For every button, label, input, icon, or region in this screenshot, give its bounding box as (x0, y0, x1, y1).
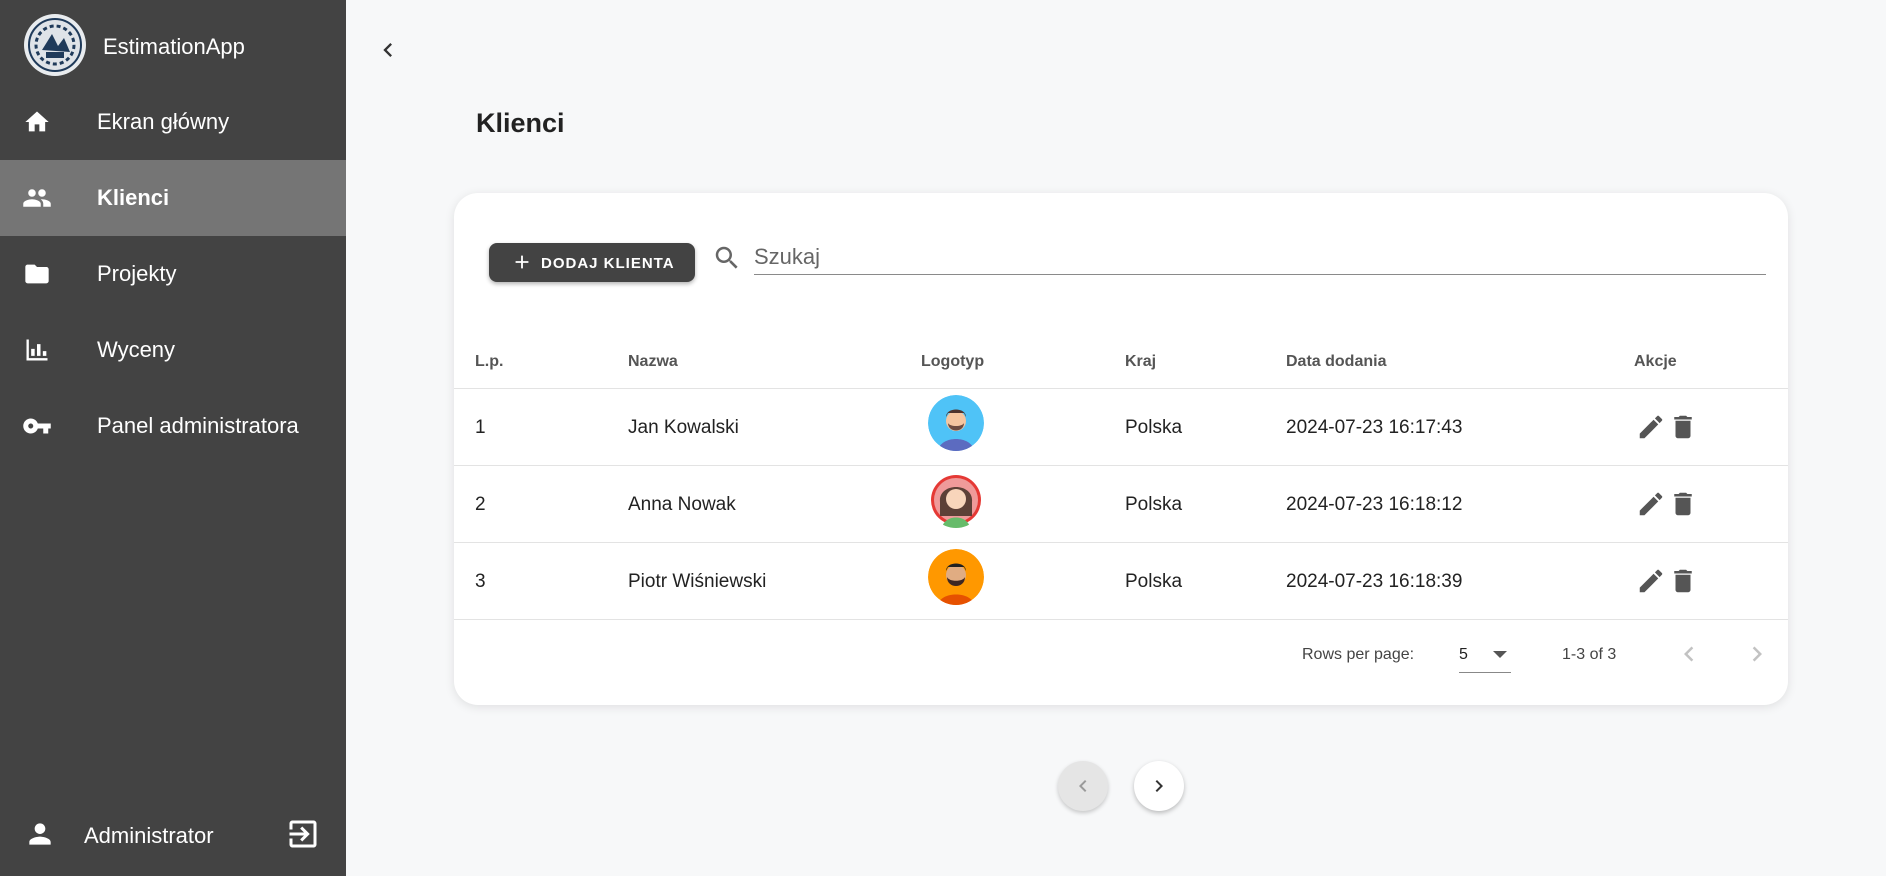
add-client-label: DODAJ KLIENTA (541, 255, 675, 272)
sidebar-item-label: Klienci (97, 185, 170, 210)
row-name: Piotr Wiśniewski (628, 571, 767, 592)
app-logo (24, 14, 86, 76)
header-country: Kraj (1125, 353, 1157, 370)
sidebar-item-projects[interactable]: Projekty (0, 236, 346, 312)
chevron-right-icon (1155, 780, 1163, 792)
row-country: Polska (1125, 571, 1183, 592)
home-icon (22, 107, 52, 137)
row-country: Polska (1125, 417, 1183, 438)
rows-per-page-value: 5 (1459, 646, 1468, 663)
table-row: 3 Piotr Wiśniewski Polska 2024-07-23 16:… (454, 543, 1788, 620)
user-row: Administrator (0, 806, 346, 862)
row-lp: 1 (475, 417, 486, 438)
chevron-left-icon (383, 43, 392, 57)
row-name: Anna Nowak (628, 494, 736, 515)
table-pagination: Rows per page: 5 1-3 of 3 (454, 625, 1788, 689)
avatar (928, 549, 984, 605)
back-button[interactable] (372, 32, 404, 68)
page-title: Klienci (476, 108, 565, 138)
caret-down-icon (1493, 651, 1507, 658)
search-icon (712, 243, 742, 273)
row-lp: 3 (475, 571, 486, 592)
sidebar-item-clients[interactable]: Klienci (0, 160, 346, 236)
avatar (928, 395, 984, 451)
next-button[interactable] (1134, 761, 1184, 811)
edit-icon[interactable] (1636, 566, 1666, 596)
user-name: Administrator (84, 823, 214, 848)
folder-icon (22, 259, 52, 289)
brand: EstimationApp (0, 0, 346, 86)
row-lp: 2 (475, 494, 486, 515)
header-logo: Logotyp (921, 353, 985, 370)
person-icon (24, 818, 56, 850)
search-input[interactable] (754, 239, 1766, 275)
plus-icon (511, 251, 533, 273)
people-icon (22, 183, 52, 213)
previous-button[interactable] (1058, 761, 1108, 811)
sidebar-item-label: Panel administratora (97, 413, 299, 438)
rows-per-page-label: Rows per page: (1302, 646, 1415, 663)
header-name: Nazwa (628, 353, 678, 370)
bar-chart-icon (22, 335, 52, 365)
add-client-button[interactable]: DODAJ KLIENTA (489, 243, 695, 282)
header-lp: L.p. (475, 353, 504, 370)
logout-icon[interactable] (284, 816, 322, 852)
table-row: 1 Jan Kowalski Polska 2024-07-23 16:17:4… (454, 389, 1788, 466)
delete-icon[interactable] (1668, 489, 1698, 519)
sidebar-item-label: Ekran główny (97, 109, 230, 134)
row-country: Polska (1125, 494, 1183, 515)
sidebar: EstimationApp Ekran główny Klienci Proje… (0, 0, 346, 876)
row-name: Jan Kowalski (628, 417, 739, 438)
header-date: Data dodania (1286, 353, 1387, 370)
key-icon (22, 411, 52, 441)
sidebar-item-label: Wyceny (97, 337, 176, 362)
row-date: 2024-07-23 16:18:12 (1286, 494, 1463, 515)
delete-icon[interactable] (1668, 412, 1698, 442)
delete-icon[interactable] (1668, 566, 1698, 596)
row-date: 2024-07-23 16:18:39 (1286, 571, 1463, 592)
sidebar-item-admin[interactable]: Panel administratora (0, 388, 346, 464)
edit-icon[interactable] (1636, 489, 1666, 519)
pagination-range: 1-3 of 3 (1562, 646, 1617, 663)
row-date: 2024-07-23 16:17:43 (1286, 417, 1463, 438)
edit-icon[interactable] (1636, 412, 1666, 442)
rows-per-page-select[interactable]: 5 (1459, 639, 1511, 673)
avatar (928, 472, 984, 528)
sidebar-item-home[interactable]: Ekran główny (0, 84, 346, 160)
sidebar-item-label: Projekty (97, 261, 177, 286)
chevron-left-icon[interactable] (1674, 639, 1704, 669)
sidebar-item-estimates[interactable]: Wyceny (0, 312, 346, 388)
table-header: L.p. Nazwa Logotyp Kraj Data dodania Akc… (454, 331, 1788, 389)
header-actions: Akcje (1634, 353, 1677, 370)
chevron-right-icon[interactable] (1742, 639, 1772, 669)
clients-card: DODAJ KLIENTA L.p. Nazwa Logotyp Kraj Da… (454, 193, 1788, 705)
table-row: 2 Anna Nowak Polska 2024-07-23 16:18:12 (454, 466, 1788, 543)
app-title: EstimationApp (103, 34, 245, 59)
chevron-left-icon (1079, 780, 1087, 792)
